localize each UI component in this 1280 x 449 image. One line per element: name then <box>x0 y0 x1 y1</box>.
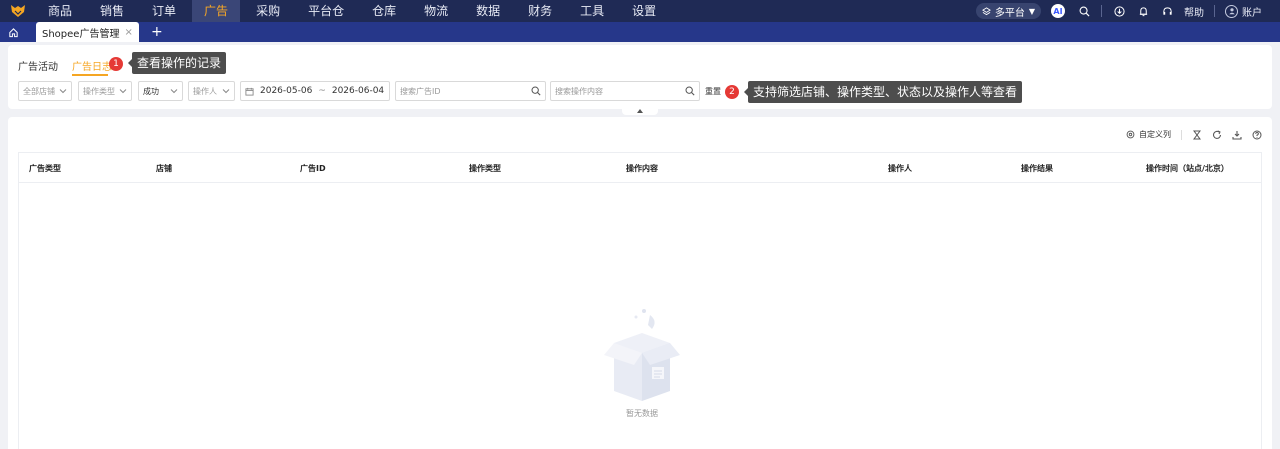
nav-items: 商品 销售 订单 广告 采购 平台仓 仓库 物流 数据 财务 工具 设置 <box>36 0 672 22</box>
callout-badge-2: 2 <box>725 85 739 99</box>
col-ad-id: 广告ID <box>300 164 326 173</box>
store-select-value: 全部店铺 <box>23 86 55 96</box>
nav-divider <box>1101 5 1102 17</box>
empty-state: 暂无数据 <box>592 303 692 419</box>
store-select[interactable]: 全部店铺 <box>18 81 72 101</box>
subtab-ad-log[interactable]: 广告日志 <box>72 58 112 73</box>
nav-item-platform-warehouse[interactable]: 平台仓 <box>296 0 356 22</box>
op-type-select-value: 操作类型 <box>83 86 115 96</box>
account-menu[interactable]: 账户 <box>1225 4 1262 19</box>
search-icon[interactable] <box>531 86 541 96</box>
nav-item-warehouse[interactable]: 仓库 <box>360 0 408 22</box>
empty-text: 暂无数据 <box>626 409 658 418</box>
col-op-result: 操作结果 <box>1021 164 1053 173</box>
tab-shopee-ad-management[interactable]: Shopee广告管理 × <box>36 22 139 42</box>
nav-item-sales[interactable]: 销售 <box>88 0 136 22</box>
bell-icon[interactable] <box>1136 4 1150 18</box>
help-icon[interactable] <box>1252 130 1262 140</box>
platform-selector[interactable]: 多平台 ▼ <box>975 3 1041 19</box>
collapse-toggle[interactable] <box>622 106 658 115</box>
nav-item-data[interactable]: 数据 <box>464 0 512 22</box>
callout-tooltip-2: 支持筛选店铺、操作类型、状态以及操作人等查看 <box>743 81 1023 103</box>
nav-item-orders[interactable]: 订单 <box>140 0 188 22</box>
top-nav: 商品 销售 订单 广告 采购 平台仓 仓库 物流 数据 财务 工具 设置 多平台… <box>0 0 1280 22</box>
ad-id-search-input[interactable]: 搜索广告ID <box>395 81 546 101</box>
table-toolbar: 自定义列 <box>1116 129 1262 140</box>
ai-icon[interactable]: AI <box>1051 4 1065 18</box>
nav-item-ads[interactable]: 广告 <box>192 0 241 22</box>
date-start: 2026-05-06 <box>260 86 313 96</box>
custom-columns-button[interactable]: 自定义列 <box>1126 129 1171 140</box>
op-content-search-placeholder: 搜索操作内容 <box>555 86 603 96</box>
tab-label: Shopee广告管理 <box>42 28 120 40</box>
search-icon[interactable] <box>1077 4 1091 18</box>
log-table: 广告类型 店铺 广告ID 操作类型 操作内容 操作人 操作结果 操作时间（站点/… <box>18 152 1262 449</box>
layers-icon <box>981 6 991 15</box>
search-icon[interactable] <box>685 86 695 96</box>
log-table-panel: 自定义列 广告类型 店铺 广告ID 操作类型 操作内容 操作人 操作结果 操作时… <box>8 117 1272 449</box>
reset-button[interactable]: 重置 <box>705 86 721 97</box>
empty-box-icon <box>604 309 680 401</box>
date-end: 2026-06-04 <box>331 86 385 96</box>
help-link[interactable]: 帮助 <box>1184 4 1204 19</box>
status-select[interactable]: 成功 <box>138 81 183 101</box>
add-tab-button[interactable]: + <box>145 22 169 42</box>
subtab-ad-activity[interactable]: 广告活动 <box>18 58 58 73</box>
col-op-content: 操作内容 <box>626 164 658 173</box>
col-op-time: 操作时间（站点/北京） <box>1146 164 1229 173</box>
download-icon[interactable] <box>1112 4 1126 18</box>
table-header: 广告类型 店铺 广告ID 操作类型 操作内容 操作人 操作结果 操作时间（站点/… <box>19 153 1261 183</box>
status-select-value: 成功 <box>143 86 159 96</box>
nav-item-tools[interactable]: 工具 <box>568 0 616 22</box>
tab-bar: Shopee广告管理 × + <box>0 22 1280 42</box>
op-content-search-input[interactable]: 搜索操作内容 <box>550 81 700 101</box>
chevron-down-icon <box>59 89 67 94</box>
chevron-down-icon <box>222 89 230 94</box>
op-type-select[interactable]: 操作类型 <box>78 81 132 101</box>
nav-divider <box>1214 5 1215 17</box>
caret-up-icon <box>637 108 643 113</box>
date-separator: ~ <box>318 86 326 96</box>
account-label: 账户 <box>1242 7 1262 19</box>
col-operator: 操作人 <box>888 164 912 173</box>
gear-icon <box>1126 130 1135 139</box>
filter-panel: 广告活动 广告日志 1 查看操作的记录 全部店铺 操作类型 成功 操作人 202… <box>8 45 1272 115</box>
operator-select[interactable]: 操作人 <box>188 81 235 101</box>
chevron-down-icon <box>119 89 127 94</box>
callout-badge-1: 1 <box>109 57 123 71</box>
headset-icon[interactable] <box>1160 4 1174 18</box>
calendar-icon <box>245 87 254 96</box>
nav-item-purchase[interactable]: 采购 <box>244 0 292 22</box>
ad-id-search-placeholder: 搜索广告ID <box>400 86 441 96</box>
avatar-icon <box>1225 4 1238 18</box>
callout-tooltip-1: 查看操作的记录 <box>127 52 227 74</box>
chevron-down-icon <box>170 89 178 94</box>
platform-label: 多平台 <box>994 7 1025 19</box>
refresh-icon[interactable] <box>1212 130 1222 140</box>
export-download-icon[interactable] <box>1232 130 1242 140</box>
close-icon[interactable]: × <box>124 27 132 38</box>
toolbar-divider <box>1181 129 1182 140</box>
home-icon[interactable] <box>0 22 26 42</box>
subtab-active-indicator <box>72 74 108 76</box>
nav-right: 多平台 ▼ AI 帮助 账户 <box>975 0 1280 22</box>
caret-down-icon: ▼ <box>1028 6 1035 16</box>
nav-item-settings[interactable]: 设置 <box>620 0 668 22</box>
nav-item-logistics[interactable]: 物流 <box>412 0 460 22</box>
nav-item-finance[interactable]: 财务 <box>516 0 564 22</box>
col-store: 店铺 <box>156 164 172 173</box>
operator-select-value: 操作人 <box>193 86 217 96</box>
nav-item-products[interactable]: 商品 <box>36 0 84 22</box>
col-op-type: 操作类型 <box>469 164 501 173</box>
hourglass-icon[interactable] <box>1192 130 1202 140</box>
custom-columns-label: 自定义列 <box>1139 130 1171 139</box>
date-range-picker[interactable]: 2026-05-06 ~ 2026-06-04 <box>240 81 390 101</box>
logo-icon[interactable] <box>0 0 36 22</box>
col-ad-type: 广告类型 <box>29 164 61 173</box>
